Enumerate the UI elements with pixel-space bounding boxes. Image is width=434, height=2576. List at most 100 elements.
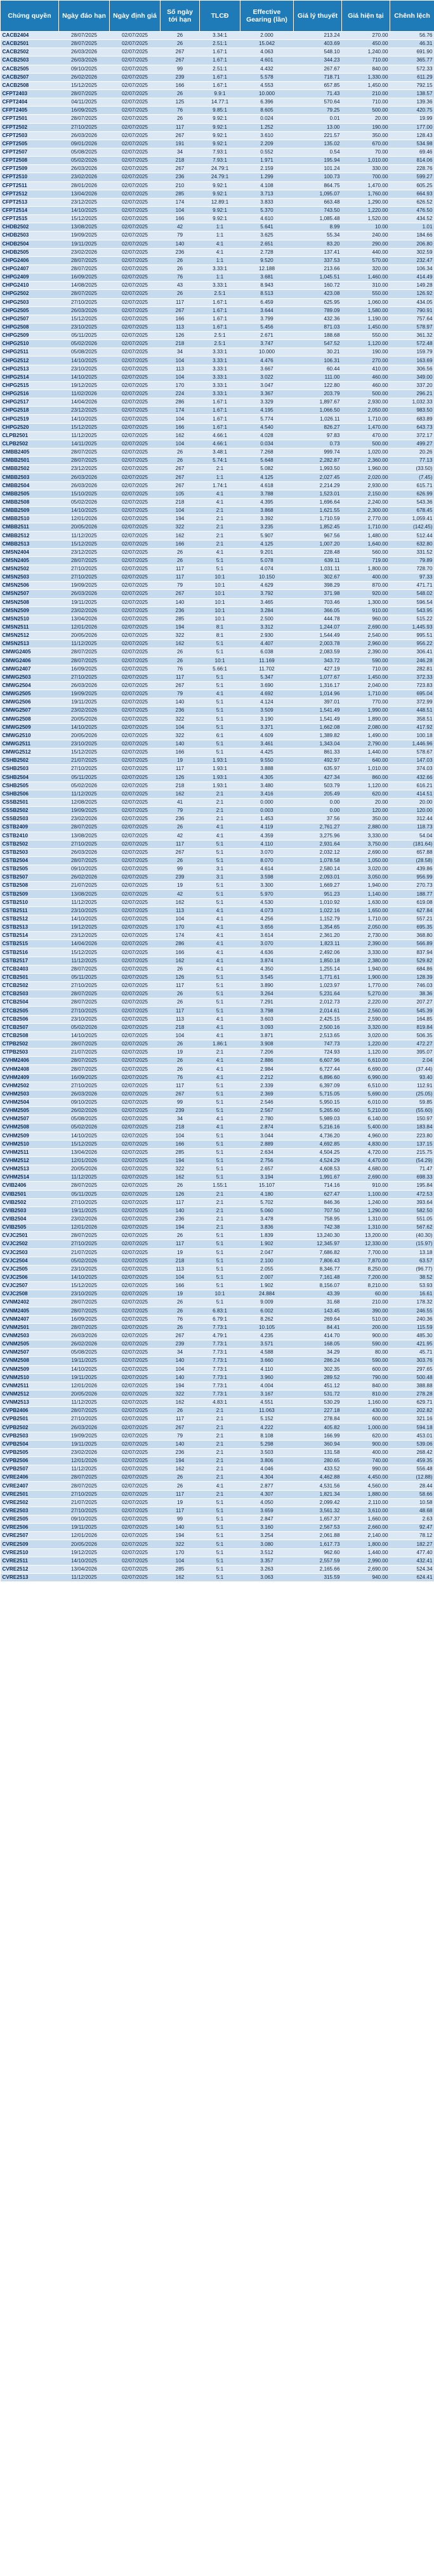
cell-warrant-code: CVHM2406 [0,1056,59,1066]
cell-warrant-code: CTCB2504 [0,998,59,1007]
cell-warrant-code: CHPG2513 [0,365,59,374]
cell-maturity-date: 27/10/2025 [58,123,110,132]
cell-theoretical-price: 6,607.96 [293,1056,342,1066]
cell-warrant-code: CHPG2518 [0,406,59,415]
cell-effective-gearing: 4.407 [240,639,294,649]
cell-warrant-code: CVPB2507 [0,1465,59,1474]
cell-theoretical-price: 663.48 [293,198,342,207]
cell-theoretical-price: 1,993.50 [293,464,342,474]
cell-valuation-date: 02/07/2025 [109,490,161,499]
cell-days-to-maturity: 26 [160,1323,200,1332]
cell-valuation-date: 02/07/2025 [109,306,161,315]
cell-theoretical-price: 2,061.88 [293,1531,342,1541]
cell-current-price: 1,890.00 [341,715,390,724]
cell-conversion-ratio: 5:1 [199,1498,240,1507]
cell-warrant-code: CMBB2509 [0,506,59,516]
table-row: CMWG2508 20/05/2026 02/07/2025 322 5:1 3.190 1… [0,715,434,724]
cell-days-to-maturity: 267 [160,464,200,474]
cell-effective-gearing: 4.004 [240,1382,294,1390]
cell-valuation-date: 02/07/2025 [109,823,161,832]
cell-conversion-ratio: 5:1 [199,1239,240,1249]
cell-current-price: 2,770.00 [341,514,390,524]
table-row: CMWG2505 19/09/2025 02/07/2025 79 4:1 4.692 1,… [0,690,434,699]
cell-valuation-date: 02/07/2025 [109,440,161,449]
cell-effective-gearing: 1.902 [240,1281,294,1291]
cell-valuation-date: 02/07/2025 [109,223,161,232]
cell-days-to-maturity: 166 [160,81,200,90]
cell-days-to-maturity: 267 [160,131,200,140]
cell-theoretical-price: 2,014.61 [293,1006,342,1016]
cell-current-price: 7,200.00 [341,1273,390,1283]
cell-days-to-maturity: 42 [160,889,200,899]
cell-difference: 500.48 [390,1373,434,1382]
cell-theoretical-price: 135.02 [293,140,342,148]
cell-difference: 515.22 [390,615,434,624]
cell-difference: 1,059.41 [390,514,434,524]
cell-current-price: 1,220.00 [341,206,390,216]
cell-effective-gearing: 3.093 [240,1023,294,1032]
table-row: CACB2503 26/03/2026 02/07/2025 267 1.67:1 4.6… [0,56,434,65]
cell-conversion-ratio: 5:1 [199,856,240,866]
cell-current-price: 6,140.00 [341,1115,390,1124]
table-row: CVHM2408 28/07/2025 02/07/2025 26 4:1 2.984 6,… [0,1064,434,1074]
table-row: CACB2501 28/07/2025 02/07/2025 26 2.51:1 15.0… [0,39,434,49]
cell-days-to-maturity: 322 [160,1390,200,1399]
cell-valuation-date: 02/07/2025 [109,531,161,540]
cell-conversion-ratio: 2:1 [199,1198,240,1207]
table-row: CMSN2405 28/07/2025 02/07/2025 26 5:1 5.078 63… [0,556,434,566]
cell-effective-gearing: 3.603 [240,1015,294,1024]
cell-valuation-date: 02/07/2025 [109,289,161,299]
cell-days-to-maturity: 34 [160,1348,200,1357]
cell-warrant-code: CHPG2410 [0,281,59,291]
cell-theoretical-price: 360.94 [293,1440,342,1449]
cell-difference: 524.34 [390,1565,434,1574]
cell-conversion-ratio: 5:1 [199,723,240,732]
cell-effective-gearing: 1.902 [240,1239,294,1249]
cell-days-to-maturity: 104 [160,506,200,516]
table-row: CSTB2513 19/12/2025 02/07/2025 170 4:1 3.656 1… [0,923,434,932]
cell-conversion-ratio: 9.92:1 [199,114,240,124]
table-row: CSTB2514 23/12/2025 02/07/2025 174 4:1 3.614 2… [0,931,434,941]
cell-theoretical-price: 267.67 [293,65,342,74]
cell-conversion-ratio: 4:1 [199,957,240,965]
cell-warrant-code: CVHM2508 [0,1123,59,1132]
cell-valuation-date: 02/07/2025 [109,548,161,557]
cell-warrant-code: CMBB2405 [0,448,59,457]
cell-maturity-date: 28/07/2025 [58,556,110,566]
table-row: CVRE2510 19/12/2025 02/07/2025 170 5:1 3.512 9… [0,1548,434,1557]
table-row: CFPT2508 05/02/2026 02/07/2025 218 7.93:1 1.9… [0,156,434,166]
cell-difference: 77.13 [390,456,434,466]
cell-theoretical-price: 1,255.14 [293,965,342,974]
cell-difference: 100.18 [390,731,434,740]
header-effective-gearing: Effective Gearing (lần) [240,0,294,32]
cell-difference: 432.41 [390,1557,434,1566]
cell-theoretical-price: 1,010.92 [293,898,342,907]
cell-warrant-code: CFPT2511 [0,181,59,190]
table-row: CHDB2505 23/02/2026 02/07/2025 236 4:1 2.728 1… [0,248,434,257]
cell-effective-gearing: 3.960 [240,1373,294,1382]
table-row: CSSB2502 19/09/2025 02/07/2025 79 2:1 0.003 0.… [0,806,434,816]
cell-current-price: 2,660.00 [341,1523,390,1533]
cell-days-to-maturity: 26 [160,1307,200,1316]
cell-days-to-maturity: 104 [160,414,200,424]
cell-current-price: 400.00 [341,1448,390,1458]
cell-valuation-date: 02/07/2025 [109,398,161,407]
cell-difference: (33.50) [390,464,434,474]
cell-theoretical-price: 366.05 [293,606,342,615]
cell-current-price: 190.00 [341,348,390,357]
cell-warrant-code: CHDB2503 [0,231,59,240]
cell-theoretical-price: 2,761.27 [293,823,342,832]
table-row: CMBB2504 26/03/2026 02/07/2025 267 1.74:1 4.6… [0,481,434,490]
cell-conversion-ratio: 1.67:1 [199,56,240,65]
cell-theoretical-price: 2,580.14 [293,865,342,874]
cell-theoretical-price: 1,045.51 [293,273,342,282]
cell-warrant-code: CTCB2506 [0,1015,59,1024]
cell-current-price: 1,450.00 [341,673,390,682]
cell-days-to-maturity: 224 [160,389,200,399]
cell-current-price: 1,710.00 [341,414,390,424]
cell-days-to-maturity: 104 [160,1273,200,1283]
cell-current-price: 2,930.00 [341,481,390,490]
cell-current-price: 440.00 [341,248,390,257]
cell-current-price: 1,440.00 [341,1548,390,1557]
cell-difference: 983.50 [390,406,434,415]
